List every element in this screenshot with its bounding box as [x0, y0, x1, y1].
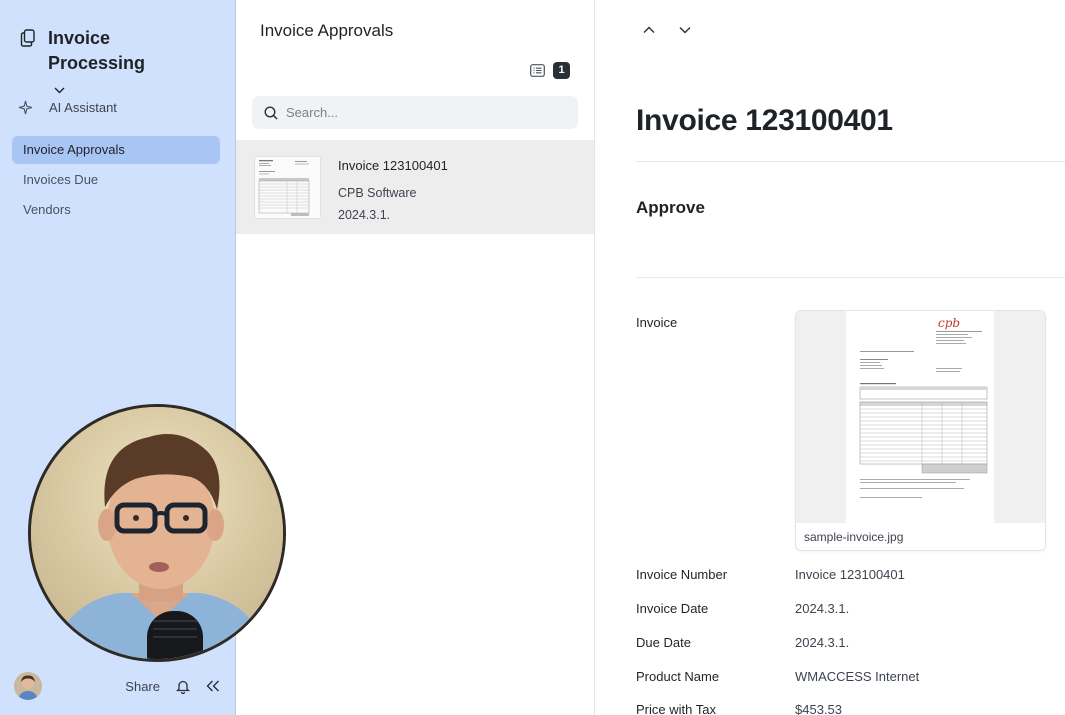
- chevron-up-icon: [643, 26, 655, 33]
- avatar-image: [14, 672, 42, 700]
- copy-icon: [20, 29, 35, 47]
- attachment-filename: sample-invoice.jpg: [804, 530, 904, 544]
- field-value-due-date: 2024.3.1.: [795, 635, 850, 650]
- item-count-badge: 1: [553, 62, 570, 79]
- sparkle-icon: [18, 100, 33, 115]
- invoice-logo: cpb: [938, 316, 960, 330]
- attachment-label: Invoice: [636, 315, 678, 330]
- list-view-icon[interactable]: [530, 64, 545, 77]
- list-toolbar: 1: [530, 62, 570, 79]
- collapse-sidebar-button[interactable]: [206, 680, 220, 692]
- list-item-vendor: CPB Software: [338, 186, 417, 200]
- list-item-title: Invoice 123100401: [338, 158, 448, 173]
- sidebar-item-invoices-due[interactable]: Invoices Due: [12, 166, 220, 194]
- chevron-down-icon: [679, 27, 691, 34]
- app-name: Invoice Processing: [48, 26, 158, 101]
- sidebar-item-vendors[interactable]: Vendors: [12, 196, 220, 224]
- field-label-invoice-date: Invoice Date: [636, 601, 709, 616]
- invoice-thumbnail: [254, 156, 321, 219]
- app-name-text: Invoice Processing: [48, 28, 146, 73]
- presenter-video: [31, 407, 283, 659]
- sidebar-item-invoice-approvals[interactable]: Invoice Approvals: [12, 136, 220, 164]
- invoice-detail-pane: Invoice 123100401 Approve Invoice cpb sa…: [595, 0, 1065, 715]
- double-chevron-left-icon: [206, 680, 219, 692]
- notifications-button[interactable]: [176, 679, 190, 694]
- invoice-page-image: cpb: [846, 311, 994, 523]
- list-item[interactable]: Invoice 123100401 CPB Software 2024.3.1.: [236, 140, 594, 234]
- field-value-invoice-date: 2024.3.1.: [795, 601, 850, 616]
- invoice-list-pane: Invoice Approvals 1 Search... Invoice 12…: [236, 0, 595, 715]
- field-value-price-with-tax: $453.53: [795, 702, 842, 715]
- webcam-overlay: [28, 404, 286, 662]
- previous-record-button[interactable]: [643, 26, 655, 34]
- ai-assistant-link[interactable]: AI Assistant: [18, 100, 117, 115]
- field-label-invoice-number: Invoice Number: [636, 567, 728, 582]
- next-record-button[interactable]: [679, 26, 691, 34]
- record-navigation: [643, 26, 691, 34]
- divider: [636, 277, 1065, 278]
- search-icon: [264, 105, 278, 120]
- approve-section-title[interactable]: Approve: [636, 198, 705, 218]
- field-value-product-name: WMACCESS Internet: [795, 669, 920, 684]
- field-value-invoice-number: Invoice 123100401: [795, 567, 905, 582]
- field-label-price-with-tax: Price with Tax: [636, 702, 716, 715]
- app-switcher[interactable]: Invoice Processing: [20, 26, 158, 101]
- field-label-due-date: Due Date: [636, 635, 691, 650]
- bell-icon: [176, 680, 190, 694]
- sidebar-nav: Invoice Approvals Invoices Due Vendors: [12, 136, 220, 226]
- user-avatar[interactable]: [14, 672, 42, 700]
- list-item-date: 2024.3.1.: [338, 208, 391, 222]
- chevron-down-icon: [54, 87, 65, 94]
- invoice-preview: cpb: [796, 311, 1045, 523]
- share-button[interactable]: Share: [125, 679, 160, 694]
- search-input[interactable]: [286, 105, 566, 120]
- search-box[interactable]: [252, 96, 578, 129]
- invoice-attachment-card[interactable]: cpb sample-invoice.jpg: [795, 310, 1046, 551]
- field-label-product-name: Product Name: [636, 669, 720, 684]
- divider: [636, 161, 1065, 162]
- page-title: Invoice 123100401: [636, 104, 893, 137]
- ai-assistant-label: AI Assistant: [49, 100, 117, 115]
- sidebar-footer: Share: [14, 672, 220, 700]
- list-title: Invoice Approvals: [260, 21, 394, 40]
